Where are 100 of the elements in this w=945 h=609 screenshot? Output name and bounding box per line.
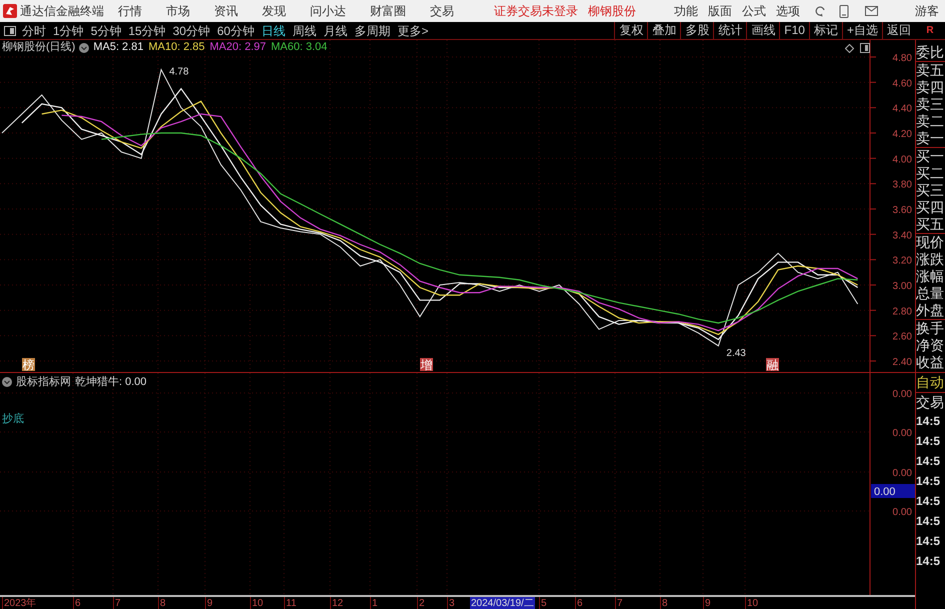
quote-label: 卖五: [916, 61, 945, 79]
axis-label: 2: [417, 597, 425, 609]
phone-icon[interactable]: [839, 4, 849, 18]
refresh-icon[interactable]: [814, 5, 826, 17]
ma-legend-item: MA20: 2.97: [210, 41, 266, 54]
axis-label: 3.60: [892, 205, 912, 216]
trade-time: 14:5: [916, 553, 942, 570]
axis-label: 3: [447, 597, 455, 609]
signal-label: 抄底: [2, 412, 24, 427]
axis-label: 2.80: [892, 306, 912, 318]
period-tab[interactable]: 周线: [292, 22, 316, 40]
menu-item[interactable]: 资讯: [214, 2, 238, 20]
menu-item[interactable]: 问小达: [310, 2, 346, 20]
quote-label: 涨幅: [916, 268, 945, 285]
axis-label: 2023年: [2, 597, 36, 609]
axis-label: 3.80: [892, 180, 912, 191]
quote-label: 收益: [916, 354, 945, 371]
axis-label: 9: [205, 597, 213, 609]
trade-time: 14:5: [916, 453, 942, 470]
trade-time: 14:5: [916, 493, 942, 510]
ma-legend-item: MA5: 2.81: [93, 41, 144, 54]
quote-label: 买三: [916, 182, 945, 199]
axis-label: 0.00: [892, 428, 912, 439]
axis-label: 4.80: [892, 53, 912, 64]
corner-label: R: [925, 24, 935, 38]
axis-label: 7: [113, 597, 121, 609]
event-marker[interactable]: 融: [766, 358, 779, 372]
toolbar-button[interactable]: +自选: [842, 22, 882, 39]
toolbar-button[interactable]: 多股: [680, 22, 714, 39]
period-tab[interactable]: 15分钟: [128, 22, 166, 40]
toolbar-button[interactable]: F10: [779, 22, 809, 39]
period-tab[interactable]: 60分钟: [217, 22, 254, 40]
period-tab[interactable]: 更多>: [397, 22, 428, 40]
toolbar-button[interactable]: 统计: [713, 22, 746, 39]
toolbar-button[interactable]: 画线: [746, 22, 780, 39]
panel-toggle-icon[interactable]: [4, 26, 16, 36]
event-marker[interactable]: 增: [420, 358, 433, 372]
quote-label: 涨跌: [916, 251, 945, 268]
axis-label: 0.00: [892, 389, 912, 400]
ma-legend-item: MA10: 2.85: [148, 41, 205, 54]
period-tab[interactable]: 月线: [323, 22, 348, 40]
quote-label: 卖三: [916, 96, 945, 113]
menu-item[interactable]: 财富圈: [370, 2, 406, 20]
axis-label: 2.40: [892, 357, 912, 368]
stock-link[interactable]: 柳钢股份: [588, 2, 636, 20]
period-tab[interactable]: 30分钟: [172, 22, 210, 40]
quote-label: 净资: [916, 337, 945, 354]
window-toggle-icon[interactable]: [860, 43, 870, 53]
cursor-date: 2024/03/19/二: [470, 597, 535, 609]
quote-label: 总量: [916, 285, 945, 302]
menu-item[interactable]: 交易: [430, 2, 454, 20]
axis-label: 10: [250, 597, 264, 609]
period-tab[interactable]: 日线: [261, 22, 286, 40]
diamond-icon[interactable]: [845, 44, 854, 53]
menu-item[interactable]: 市场: [166, 2, 190, 20]
trade-label: 交易: [916, 392, 945, 411]
period-tab[interactable]: 5分钟: [90, 22, 122, 40]
toolbar-item[interactable]: 功能: [674, 2, 698, 20]
toolbar-item[interactable]: 公式: [742, 2, 766, 20]
axis-label: 3.40: [892, 230, 912, 242]
toolbar-button[interactable]: 叠加: [647, 22, 680, 39]
menu-item[interactable]: 发现: [262, 2, 286, 20]
indicator-source: 股标指标网: [16, 375, 71, 390]
login-notice: 证券交易未登录: [494, 3, 578, 20]
quote-label: 买五: [916, 216, 945, 233]
quote-label: 外盘: [916, 302, 945, 319]
period-tab[interactable]: 分时: [22, 22, 46, 40]
period-tab[interactable]: 多周期: [354, 22, 390, 40]
price-annotation: 4.78: [169, 66, 189, 78]
toolbar-item[interactable]: 选项: [776, 2, 800, 20]
axis-label: 1: [370, 597, 378, 609]
axis-label: 11: [284, 597, 296, 609]
axis-label: 12: [330, 597, 344, 609]
axis-label: 4.00: [892, 154, 912, 166]
trade-time: 14:5: [916, 533, 942, 550]
toolbar-button[interactable]: 复权: [614, 22, 648, 39]
mail-icon[interactable]: [865, 6, 878, 16]
indicator-legend: 乾坤猎牛: 0.00: [75, 374, 147, 390]
axis-label: 10: [745, 597, 758, 609]
quote-label: 卖二: [916, 113, 945, 130]
axis-label: 4.60: [892, 78, 912, 90]
axis-label: 6: [73, 597, 81, 609]
menu-item[interactable]: 行情: [118, 2, 142, 20]
toolbar-button[interactable]: 返回: [882, 22, 915, 39]
app-logo-icon: [3, 4, 17, 18]
toolbar-item[interactable]: 版面: [708, 2, 732, 20]
user-label[interactable]: 游客: [915, 2, 939, 20]
collapse-icon[interactable]: [79, 42, 90, 52]
trade-time: 14:5: [916, 433, 942, 450]
axis-label: 8: [660, 597, 668, 609]
quote-label: 买二: [916, 165, 945, 182]
axis-label: 7: [615, 597, 623, 609]
axis-label: 2.60: [892, 332, 912, 343]
quote-label: 现价: [916, 233, 945, 251]
quote-label: 卖四: [916, 79, 945, 96]
trade-time: 14:5: [916, 473, 942, 490]
axis-label: 0.00: [892, 468, 912, 479]
period-tab[interactable]: 1分钟: [53, 22, 84, 40]
toolbar-button[interactable]: 标记: [808, 22, 842, 39]
collapse-icon[interactable]: [2, 377, 12, 388]
